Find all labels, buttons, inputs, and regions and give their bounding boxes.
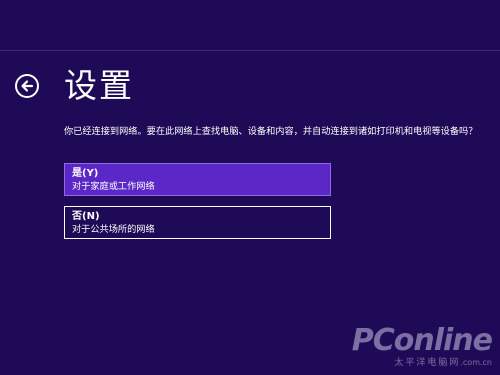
arrow-left-icon bbox=[21, 80, 34, 92]
option-no-button[interactable]: 否(N) 对于公共场所的网络 bbox=[64, 206, 331, 239]
watermark-logo: PConline bbox=[351, 323, 493, 358]
top-divider bbox=[0, 50, 500, 51]
option-yes-button[interactable]: 是(Y) 对于家庭或工作网络 bbox=[64, 163, 331, 196]
network-sharing-question: 你已经连接到网络。要在此网络上查找电脑、设备和内容，并自动连接到诸如打印机和电视… bbox=[64, 126, 478, 137]
watermark: PConline 太平洋电脑网.com.cn bbox=[351, 323, 493, 369]
watermark-subtitle: 太平洋电脑网.com.cn bbox=[352, 357, 492, 369]
option-yes-title: 是(Y) bbox=[72, 168, 99, 179]
option-yes-description: 对于家庭或工作网络 bbox=[72, 181, 155, 192]
option-no-title: 否(N) bbox=[72, 211, 100, 222]
back-button[interactable] bbox=[15, 74, 39, 98]
watermark-url: .com.cn bbox=[460, 358, 492, 367]
watermark-subtitle-text: 太平洋电脑网 bbox=[394, 358, 461, 368]
option-no-description: 对于公共场所的网络 bbox=[72, 224, 155, 235]
page-title: 设置 bbox=[64, 66, 134, 105]
